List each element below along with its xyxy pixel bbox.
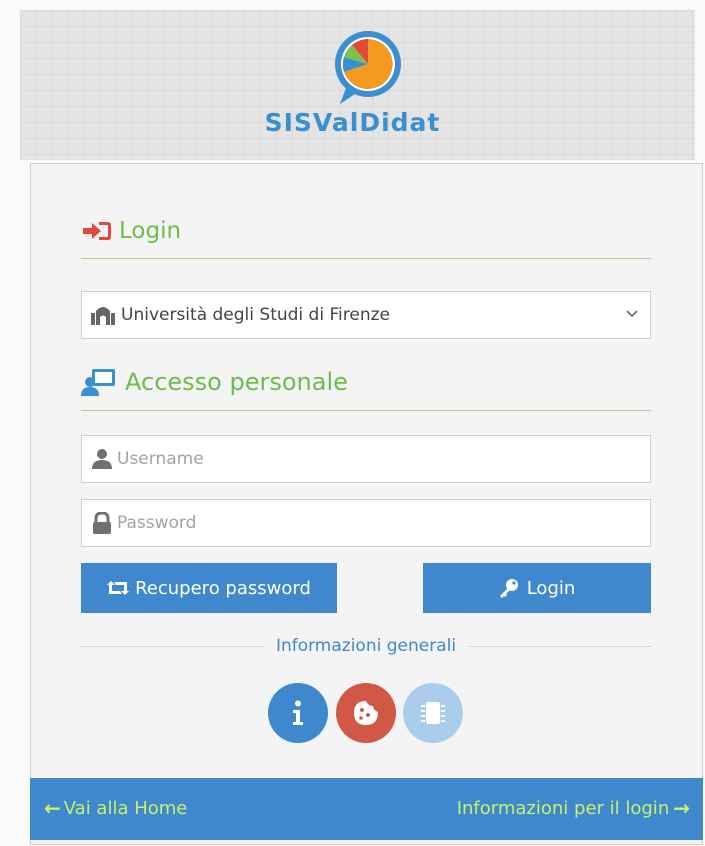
info-dotline-right xyxy=(468,645,652,647)
home-link-label: Vai alla Home xyxy=(63,797,188,819)
lock-icon xyxy=(93,512,111,534)
username-input[interactable] xyxy=(113,449,637,469)
chevron-down-icon xyxy=(626,310,638,318)
home-link[interactable]: ← Vai alla Home xyxy=(44,796,187,820)
cookie-icon xyxy=(354,701,378,725)
login-heading: Login xyxy=(81,218,181,244)
cookie-button[interactable] xyxy=(336,683,396,743)
login-info-link[interactable]: Informazioni per il login → xyxy=(457,796,690,820)
login-button-label: Login xyxy=(526,577,576,599)
access-heading: Accesso personale xyxy=(81,368,348,396)
login-info-label: Informazioni per il login xyxy=(456,797,670,819)
login-heading-text: Login xyxy=(119,218,182,244)
key-icon xyxy=(499,579,518,598)
university-icon xyxy=(91,307,115,325)
arrow-left-icon: ← xyxy=(44,796,61,820)
info-label: Informazioni generali xyxy=(275,636,457,656)
privacy-button[interactable] xyxy=(403,683,463,743)
password-field[interactable] xyxy=(81,499,651,547)
user-icon xyxy=(92,449,112,469)
arrow-right-icon: → xyxy=(673,796,690,820)
university-select[interactable]: Università degli Studi di Firenze xyxy=(81,291,651,339)
user-screen-icon xyxy=(81,369,115,396)
login-button[interactable]: Login xyxy=(423,563,651,613)
recover-password-button[interactable]: Recupero password xyxy=(81,563,337,613)
chip-icon xyxy=(421,702,445,724)
retweet-icon xyxy=(107,581,130,595)
brand-name: SISValDidat xyxy=(264,108,441,137)
info-icon xyxy=(293,700,303,725)
logo-icon xyxy=(335,31,401,104)
password-input[interactable] xyxy=(113,513,637,533)
sign-in-icon xyxy=(83,222,111,240)
info-dotline-left xyxy=(81,645,264,647)
username-field[interactable] xyxy=(81,435,651,483)
info-divider: Informazioni generali xyxy=(81,634,652,658)
access-divider xyxy=(81,410,651,411)
recover-password-label: Recupero password xyxy=(135,577,311,599)
access-heading-text: Accesso personale xyxy=(125,368,348,396)
university-select-value: Università degli Studi di Firenze xyxy=(121,305,390,325)
login-divider xyxy=(81,258,651,259)
info-button[interactable] xyxy=(268,683,328,743)
